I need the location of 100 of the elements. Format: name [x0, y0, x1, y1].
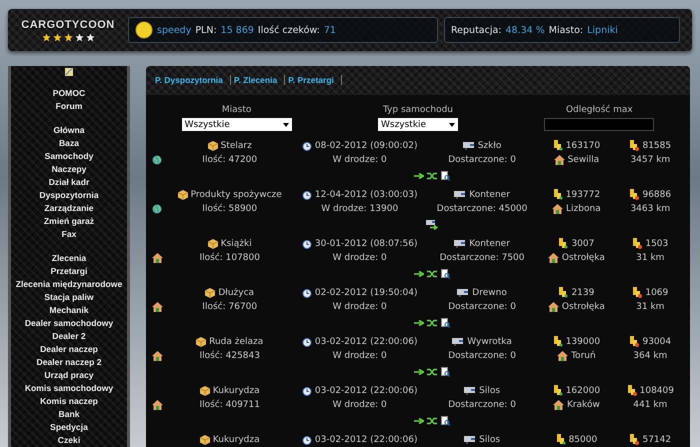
truck-arrow-icon[interactable]	[426, 220, 438, 230]
sidebar-link[interactable]: Komis samochodowy	[24, 382, 114, 395]
arrow-icon[interactable]	[414, 320, 424, 326]
document-search-icon[interactable]	[441, 318, 450, 328]
trailer-cell: Kontener	[426, 238, 538, 248]
sidebar-link[interactable]: POMOC	[52, 87, 86, 100]
quantity-cell-text: Ilość: 425843	[198, 351, 261, 361]
tab-link[interactable]: P. Dyspozytornia	[152, 75, 231, 85]
sidebar-link[interactable]: Zlecenia międzynarodowe	[16, 278, 122, 291]
money-value: 15 869	[220, 24, 254, 36]
sidebar-link[interactable]: Dyspozytornia	[39, 189, 99, 202]
sidebar-link[interactable]: Dealer samochodowy	[24, 317, 114, 330]
quantity-cell-text: Ilość: 107800	[198, 253, 261, 263]
sidebar-link[interactable]: Główna	[53, 124, 85, 137]
house-icon	[548, 253, 559, 263]
shuffle-icon[interactable]	[427, 270, 438, 278]
cargo-cell: Produkty spożywcze	[166, 190, 294, 200]
quantity-cell-text: Ilość: 409711	[198, 400, 261, 410]
tab-link[interactable]: P. Przetargi	[285, 75, 342, 85]
document-search-icon[interactable]	[441, 171, 450, 181]
sidebar-link[interactable]: Zlecenia	[52, 252, 86, 265]
pay-cell: 139000	[538, 336, 615, 347]
quantity-cell-text: Ilość: 47200	[201, 155, 258, 165]
sidebar-link[interactable]: Fax	[62, 228, 76, 241]
document-search-icon[interactable]	[441, 269, 450, 279]
arrow-icon[interactable]	[414, 271, 424, 277]
bonus-cell: 57142	[614, 434, 686, 445]
trailer-icon	[454, 240, 466, 248]
coins-icon	[558, 287, 568, 298]
distance-cell-text: 31 km	[635, 253, 666, 263]
trailer-cell: Drewno	[426, 288, 538, 298]
date-cell: 03-02-2012 (22:00:06)	[293, 386, 426, 396]
sidebar-link[interactable]: Czeki	[58, 434, 80, 447]
trailer-cell: Wywrotka	[426, 336, 538, 346]
distance-cell-text: 364 km	[632, 351, 668, 361]
cargo-cell: Kukurydza	[166, 434, 294, 444]
arrow-icon[interactable]	[414, 418, 424, 424]
arrow-icon[interactable]	[414, 173, 424, 179]
city-label: Miasto:	[548, 24, 584, 36]
delivered-cell-text: Dostarczone: 0	[447, 155, 517, 165]
dropdown[interactable]: Wszystkie	[182, 118, 292, 131]
package-icon	[200, 434, 210, 444]
sidebar-link[interactable]: Spedycja	[50, 421, 88, 434]
shuffle-icon[interactable]	[427, 417, 438, 425]
sidebar-link[interactable]: Bank	[58, 408, 80, 421]
player-name[interactable]: speedy	[157, 24, 192, 36]
alarm-clock-icon	[302, 190, 312, 200]
document-search-icon[interactable]	[441, 367, 450, 377]
house-icon	[152, 253, 162, 263]
sidebar-link[interactable]: Stacja paliw	[44, 291, 94, 304]
reputation-value: 48.34 %	[506, 24, 545, 36]
shuffle-icon[interactable]	[427, 368, 438, 376]
sidebar-link[interactable]: Mechanik	[49, 304, 89, 317]
in-transit-cell-text: W drodze: 0	[332, 400, 388, 410]
shuffle-icon[interactable]	[427, 172, 438, 180]
document-search-icon[interactable]	[441, 416, 450, 426]
bonus-cell: 108409	[614, 385, 686, 396]
sidebar-link[interactable]: Dział kadr	[48, 176, 90, 189]
alarm-clock-icon	[302, 336, 312, 346]
input-field[interactable]	[544, 118, 654, 131]
sidebar-link[interactable]: Forum	[56, 100, 82, 113]
sidebar-link[interactable]: Komis naczep	[40, 395, 98, 408]
arrow-icon[interactable]	[414, 369, 424, 375]
alarm-clock-icon	[302, 386, 312, 396]
filter-label: Miasto	[222, 105, 252, 115]
sidebar-link[interactable]: Naczepy	[52, 163, 86, 176]
delivered-cell-text: Dostarczone: 0	[447, 302, 517, 312]
sidebar-link[interactable]: Dealer 2	[52, 330, 86, 343]
cargo-cell: Ruda żelaza	[166, 336, 294, 346]
city-cell: Ostrołęka	[538, 253, 615, 263]
sidebar-link[interactable]: Urząd pracy	[44, 369, 94, 382]
sidebar-link[interactable]: Samochody	[44, 150, 94, 163]
sun-icon	[135, 21, 153, 39]
city-cell: Kraków	[538, 400, 615, 410]
city-value[interactable]: Lipniki	[587, 24, 618, 36]
sidebar-link[interactable]: Dealer naczep 2	[36, 356, 102, 369]
tab-link[interactable]: P. Zlecenia	[230, 75, 286, 85]
city-cell: Sewilla	[538, 155, 615, 165]
sidebar-link[interactable]: Zarządzanie	[44, 202, 94, 215]
coins-icon	[626, 385, 637, 396]
dropdown[interactable]: Wszystkie	[378, 118, 458, 131]
sidebar-link[interactable]: Przetargi	[50, 265, 88, 278]
sidebar-link[interactable]: Baza	[58, 137, 80, 150]
trailer-icon	[464, 386, 476, 394]
sidebar-link[interactable]: Zmień garaż	[44, 215, 94, 228]
city-cell: Ostrołęka	[538, 302, 615, 312]
sidebar-link[interactable]: Dealer naczep	[40, 343, 98, 356]
trailer-cell: Szkło	[426, 140, 538, 150]
house-icon	[557, 351, 568, 361]
bonus-cell: 93004	[614, 336, 686, 347]
distance-cell-text: 31 km	[635, 302, 666, 312]
shuffle-icon[interactable]	[427, 319, 438, 327]
map-icon[interactable]	[64, 68, 74, 76]
cargo-cell: Kukurydza	[166, 386, 294, 396]
coins-icon	[552, 189, 563, 200]
bonus-cell: 1503	[614, 238, 686, 249]
pay-cell: 85000	[538, 434, 615, 445]
date-cell: 12-04-2012 (03:00:03)	[293, 190, 426, 200]
distance-cell-text: 441 km	[632, 400, 668, 410]
alarm-clock-icon	[302, 140, 312, 150]
